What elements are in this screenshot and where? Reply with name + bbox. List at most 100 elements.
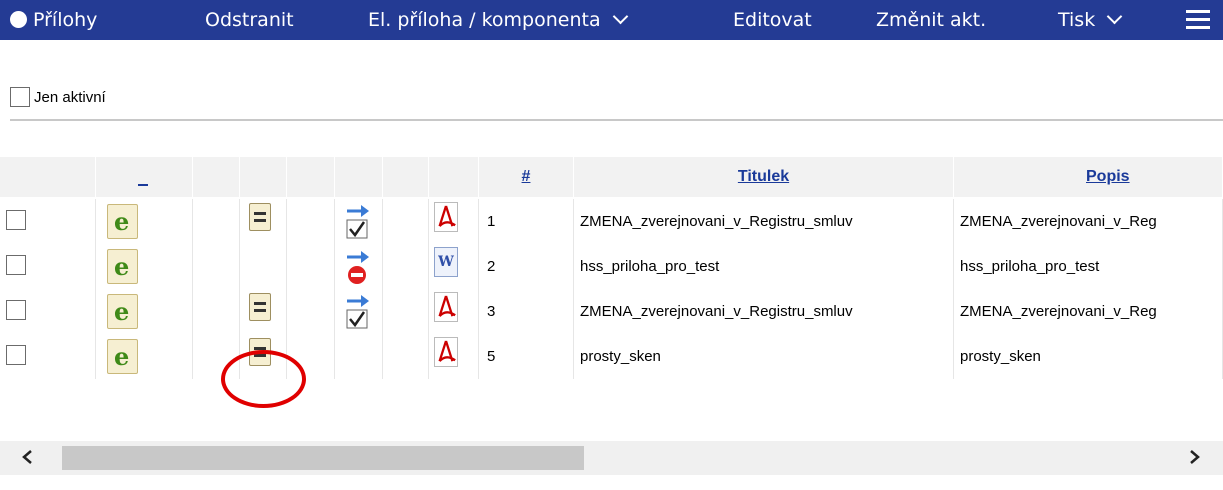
e-document-icon[interactable]: e — [107, 204, 138, 239]
header-col — [287, 157, 335, 197]
row-description: ZMENA_zverejnovani_v_Reg — [954, 199, 1223, 244]
empty-cell — [287, 289, 335, 334]
row-checkbox[interactable] — [6, 255, 26, 275]
row-number: 1 — [479, 199, 574, 244]
header-title[interactable]: Titulek — [574, 157, 954, 197]
header-description-link[interactable]: Popis — [1086, 168, 1130, 185]
word-icon[interactable]: W — [434, 247, 458, 277]
empty-cell — [193, 199, 240, 244]
row-checkbox[interactable] — [6, 210, 26, 230]
empty-cell — [287, 244, 335, 289]
empty-cell — [193, 244, 240, 289]
header-sort-col[interactable] — [96, 157, 193, 197]
table-row[interactable]: e 1 ZMENA_zverejnovani_v_Registru_smluv … — [0, 199, 1223, 244]
e-cell: e — [96, 244, 193, 289]
doc-cell — [240, 289, 287, 334]
row-checkbox[interactable] — [6, 345, 26, 365]
empty-cell — [193, 289, 240, 334]
row-number: 3 — [479, 289, 574, 334]
radio-dot-icon — [10, 11, 27, 28]
transfer-check-icon[interactable] — [345, 292, 371, 330]
select-cell — [0, 289, 96, 334]
print-menu-button[interactable]: Tisk — [1058, 0, 1123, 40]
row-description: prosty_sken — [954, 334, 1223, 379]
scrollbar-thumb[interactable] — [62, 446, 584, 470]
select-cell — [0, 334, 96, 379]
empty-cell — [383, 289, 429, 334]
empty-cell — [240, 244, 287, 289]
pdf-icon[interactable] — [434, 292, 458, 322]
empty-cell — [383, 244, 429, 289]
document-icon[interactable] — [249, 203, 271, 231]
e-document-icon[interactable]: e — [107, 294, 138, 329]
e-document-icon[interactable]: e — [107, 339, 138, 374]
scroll-left-arrow-icon[interactable] — [20, 449, 36, 465]
header-number[interactable]: # — [479, 157, 574, 197]
table-row[interactable]: e W 2 hss_priloha_pro_test hss_priloha_p… — [0, 244, 1223, 289]
empty-cell — [383, 199, 429, 244]
file-cell — [429, 289, 479, 334]
row-title: ZMENA_zverejnovani_v_Registru_smluv — [574, 289, 954, 334]
header-col — [193, 157, 240, 197]
row-title: hss_priloha_pro_test — [574, 244, 954, 289]
change-current-button[interactable]: Změnit akt. — [876, 0, 986, 40]
header-select — [0, 157, 96, 197]
edit-button[interactable]: Editovat — [733, 0, 812, 40]
panel-title[interactable]: Přílohy — [10, 0, 97, 40]
remove-button[interactable]: Odstranit — [205, 0, 294, 40]
only-active-checkbox[interactable] — [10, 87, 30, 107]
empty-cell — [335, 334, 383, 379]
header-col — [429, 157, 479, 197]
divider — [10, 119, 1223, 121]
annotation-circle — [221, 350, 306, 408]
pdf-icon[interactable] — [434, 337, 458, 367]
header-number-link[interactable]: # — [522, 168, 531, 185]
chevron-down-icon — [612, 8, 628, 25]
toolbar-bar: Přílohy Odstranit El. příloha / komponen… — [0, 0, 1223, 40]
file-cell — [429, 199, 479, 244]
hamburger-menu-icon[interactable] — [1186, 9, 1210, 31]
print-menu-label: Tisk — [1058, 9, 1096, 31]
horizontal-scrollbar[interactable] — [0, 441, 1223, 475]
table-row[interactable]: e 3 ZMENA_zverejnovani_v_Registru_smluv … — [0, 289, 1223, 334]
header-title-link[interactable]: Titulek — [738, 168, 789, 185]
panel-title-label: Přílohy — [33, 9, 98, 31]
row-title: ZMENA_zverejnovani_v_Registru_smluv — [574, 199, 954, 244]
empty-cell — [383, 334, 429, 379]
header-col — [383, 157, 429, 197]
only-active-label: Jen aktivní — [34, 88, 106, 106]
table-row[interactable]: e 5 prosty_sken prosty_sken — [0, 334, 1223, 379]
header-col — [240, 157, 287, 197]
row-number: 2 — [479, 244, 574, 289]
file-cell — [429, 334, 479, 379]
header-description[interactable]: Popis — [954, 157, 1223, 197]
e-cell: e — [96, 199, 193, 244]
transfer-stop-icon[interactable] — [345, 249, 371, 285]
pdf-icon[interactable] — [434, 202, 458, 232]
select-cell — [0, 199, 96, 244]
e-document-icon[interactable]: e — [107, 249, 138, 284]
document-icon[interactable] — [249, 293, 271, 321]
empty-cell — [287, 199, 335, 244]
status-cell — [335, 199, 383, 244]
attachment-menu-button[interactable]: El. příloha / komponenta — [368, 0, 628, 40]
header-col — [335, 157, 383, 197]
transfer-check-icon[interactable] — [345, 202, 371, 240]
only-active-filter[interactable]: Jen aktivní — [10, 85, 106, 109]
scroll-right-arrow-icon[interactable] — [1186, 449, 1202, 465]
row-number: 5 — [479, 334, 574, 379]
status-cell — [335, 289, 383, 334]
file-cell: W — [429, 244, 479, 289]
grid-header: # Titulek Popis — [0, 157, 1223, 197]
e-cell: e — [96, 289, 193, 334]
row-description: ZMENA_zverejnovani_v_Reg — [954, 289, 1223, 334]
attachment-menu-label: El. příloha / komponenta — [368, 9, 601, 31]
e-cell: e — [96, 334, 193, 379]
row-title: prosty_sken — [574, 334, 954, 379]
chevron-down-icon — [1106, 8, 1123, 25]
row-checkbox[interactable] — [6, 300, 26, 320]
doc-cell — [240, 199, 287, 244]
select-cell — [0, 244, 96, 289]
sort-indicator — [138, 184, 148, 186]
status-cell — [335, 244, 383, 289]
